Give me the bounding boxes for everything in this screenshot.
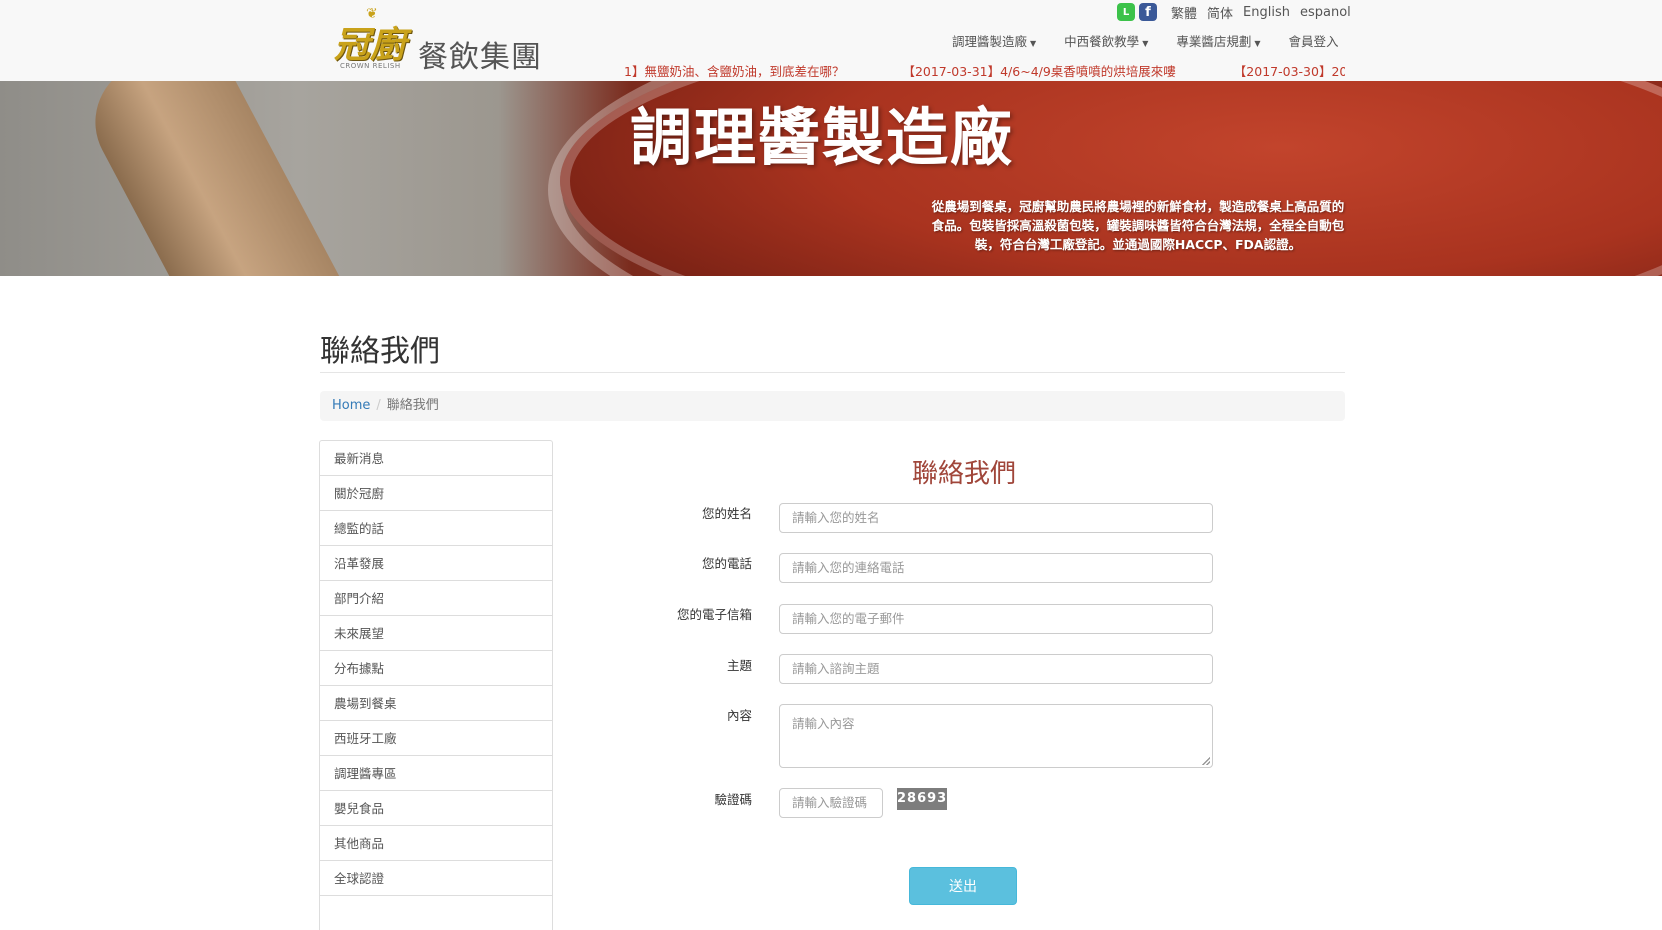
banner-description: 從農場到餐桌，冠廚幫助農民將農場裡的新鮮食材，製造成餐桌上高品質的食品。包裝皆採… [931, 199, 1345, 252]
nav-item-login[interactable]: 會員登入 [1289, 31, 1339, 50]
breadcrumb: Home / 聯絡我們 [320, 391, 1345, 421]
logo-subtitle: CROWN RELISH [340, 62, 401, 70]
sidebar-item-history[interactable]: 沿革發展 [319, 545, 553, 580]
ticker-item[interactable]: 【2017-03-30】2017年 [1234, 64, 1345, 79]
sidebar-item-future[interactable]: 未來展望 [319, 615, 553, 650]
sidebar-item-director[interactable]: 總監的話 [319, 510, 553, 545]
caret-down-icon: ▼ [1254, 39, 1261, 48]
caret-down-icon: ▼ [1030, 39, 1037, 48]
email-input[interactable]: 請輸入您的電子郵件 [779, 604, 1213, 634]
lang-spanish[interactable]: espanol [1300, 5, 1351, 20]
nav-item-factory[interactable]: 調理醬製造廠 ▼ [952, 31, 1036, 50]
resize-handle-icon[interactable] [1202, 757, 1210, 765]
nav-label: 會員登入 [1288, 34, 1339, 49]
main-nav: 調理醬製造廠 ▼ 中西餐飲教學 ▼ 專業醬店規劃 ▼ 會員登入 [952, 31, 1339, 50]
phone-label: 您的電話 [701, 556, 752, 571]
line-icon[interactable]: L [1117, 3, 1135, 21]
breadcrumb-separator: / [376, 398, 381, 413]
content-placeholder: 請輸入內容 [792, 716, 855, 731]
logo-group-name: 餐飲集團 [418, 40, 542, 75]
content-label: 內容 [726, 708, 752, 723]
nav-label: 專業醬店規劃 [1176, 34, 1252, 49]
sidebar-menu: 最新消息 關於冠廚 總監的話 沿革發展 部門介紹 未來展望 分布據點 農場到餐桌… [319, 440, 553, 930]
facebook-icon[interactable]: f [1139, 3, 1157, 21]
sidebar-item-about[interactable]: 關於冠廚 [319, 475, 553, 510]
sidebar-item-departments[interactable]: 部門介紹 [319, 580, 553, 615]
news-ticker: 1】無鹽奶油、含鹽奶油，到底差在哪？ 【2017-03-31】4/6~4/9桌香… [624, 61, 1345, 80]
sidebar-item-certification[interactable]: 全球認證 [319, 860, 553, 895]
nav-label: 中西餐飲教學 [1064, 34, 1140, 49]
nav-item-teaching[interactable]: 中西餐飲教學 ▼ [1064, 31, 1148, 50]
lang-simplified[interactable]: 简体 [1207, 3, 1233, 22]
language-bar: L f 繁體 简体 English espanol [1117, 0, 1351, 24]
name-input[interactable]: 請輸入您的姓名 [779, 503, 1213, 533]
sidebar-item-baby-food[interactable]: 嬰兒食品 [319, 790, 553, 825]
ticker-item[interactable]: 【2017-03-31】4/6~4/9桌香噴噴的烘培展來嘍 [902, 64, 1175, 79]
name-label: 您的姓名 [701, 506, 752, 521]
caret-down-icon: ▼ [1142, 39, 1149, 48]
page-title: 聯絡我們 [320, 334, 440, 369]
captcha-image[interactable]: 28693 [897, 788, 947, 810]
captcha-label: 驗證碼 [714, 792, 752, 807]
form-title: 聯絡我們 [912, 459, 1017, 489]
banner-title: 調理醬製造廠 [630, 101, 1015, 174]
sidebar-item-more[interactable] [319, 895, 553, 930]
phone-input[interactable]: 請輸入您的連絡電話 [779, 553, 1213, 583]
submit-button[interactable]: 送出 [909, 867, 1017, 905]
sidebar-item-sauce-zone[interactable]: 調理醬專區 [319, 755, 553, 790]
banner-wooden-spoon [74, 81, 376, 276]
site-header: ❦ 冠廚 CROWN RELISH 餐飲集團 L f 繁體 简体 English… [0, 0, 1662, 82]
captcha-input[interactable]: 請輸入驗證碼 [779, 788, 883, 818]
content-textarea[interactable]: 請輸入內容 [779, 704, 1213, 768]
breadcrumb-current: 聯絡我們 [386, 398, 439, 413]
sidebar-item-news[interactable]: 最新消息 [319, 440, 553, 475]
ticker-item[interactable]: 1】無鹽奶油、含鹽奶油，到底差在哪？ [624, 64, 844, 79]
lang-traditional[interactable]: 繁體 [1171, 3, 1197, 22]
email-label: 您的電子信箱 [676, 607, 752, 622]
nav-label: 調理醬製造廠 [952, 34, 1028, 49]
sidebar-item-locations[interactable]: 分布據點 [319, 650, 553, 685]
hero-banner: 調理醬製造廠 從農場到餐桌，冠廚幫助農民將農場裡的新鮮食材，製造成餐桌上高品質的… [0, 81, 1662, 276]
breadcrumb-home[interactable]: Home [332, 398, 370, 413]
sidebar-item-spain-factory[interactable]: 西班牙工廠 [319, 720, 553, 755]
sidebar-item-other-products[interactable]: 其他商品 [319, 825, 553, 860]
nav-item-shop-planning[interactable]: 專業醬店規劃 ▼ [1176, 31, 1260, 50]
site-logo[interactable]: ❦ 冠廚 CROWN RELISH 餐飲集團 [334, 6, 546, 75]
lang-english[interactable]: English [1243, 5, 1290, 20]
logo-script: 冠廚 [334, 24, 407, 66]
sidebar-item-farm-to-table[interactable]: 農場到餐桌 [319, 685, 553, 720]
title-divider [320, 372, 1345, 373]
subject-label: 主題 [726, 658, 752, 673]
subject-input[interactable]: 請輸入諮詢主題 [779, 654, 1213, 684]
